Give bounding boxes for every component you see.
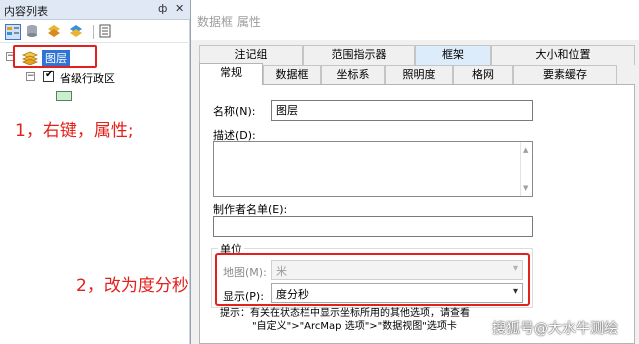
hint-text: 提示：有关在状态栏中显示坐标所用的其他选项，请查看 "自定义">"ArcMap … bbox=[220, 307, 470, 333]
tab-size-and-position[interactable]: 大小和位置 bbox=[491, 45, 635, 65]
name-input[interactable]: 图层 bbox=[271, 100, 533, 121]
tab-grids[interactable]: 格网 bbox=[453, 65, 513, 85]
author-input[interactable] bbox=[213, 216, 533, 237]
tab-extent-indicators[interactable]: 范围指示器 bbox=[303, 45, 415, 65]
dialog-title: 数据框 属性 bbox=[197, 15, 261, 29]
annotation-step-1: 1，右键，属性; bbox=[15, 121, 134, 141]
list-by-visibility-icon[interactable] bbox=[47, 24, 63, 40]
toc-toolbar bbox=[0, 21, 190, 43]
watermark: 搜狐号@大水牛测绘 bbox=[492, 321, 618, 337]
close-icon[interactable]: ✕ bbox=[175, 2, 184, 15]
tab-frame[interactable]: 框架 bbox=[415, 45, 491, 65]
options-icon[interactable] bbox=[98, 24, 114, 40]
tab-annotation-groups[interactable]: 注记组 bbox=[199, 45, 303, 65]
author-label: 制作者名单(E): bbox=[213, 203, 288, 216]
scroll-down-icon[interactable]: ▼ bbox=[523, 184, 528, 192]
legend-swatch bbox=[56, 91, 72, 101]
description-textarea[interactable]: ▲ ▼ bbox=[213, 141, 533, 197]
tab-data-frame[interactable]: 数据框 bbox=[263, 65, 321, 85]
tab-illumination[interactable]: 照明度 bbox=[385, 65, 453, 85]
toc-title: 内容列表 bbox=[4, 5, 48, 18]
toolbar-separator bbox=[93, 25, 94, 39]
pin-icon[interactable]: ф bbox=[158, 2, 167, 15]
list-by-source-icon[interactable] bbox=[25, 24, 41, 40]
annotation-step-2: 2，改为度分秒 bbox=[76, 276, 189, 296]
tab-general[interactable]: 常规 bbox=[199, 63, 263, 85]
tab-feature-cache[interactable]: 要素缓存 bbox=[513, 65, 617, 85]
tab-coordinate-system[interactable]: 坐标系 bbox=[321, 65, 385, 85]
layer-name[interactable]: 省级行政区 bbox=[60, 70, 115, 86]
highlight-box-layers bbox=[13, 45, 97, 68]
collapse-icon[interactable]: − bbox=[26, 72, 35, 81]
toc-title-bar: 内容列表 ф ✕ bbox=[0, 0, 190, 20]
scroll-up-icon[interactable]: ▲ bbox=[523, 146, 528, 154]
highlight-box-units bbox=[215, 253, 530, 306]
description-scrollbar[interactable]: ▲ ▼ bbox=[520, 142, 532, 196]
hint-line-2: "自定义">"ArcMap 选项">"数据视图"选项卡 bbox=[252, 321, 457, 332]
name-label: 名称(N): bbox=[213, 105, 256, 118]
list-by-drawing-order-icon[interactable] bbox=[5, 24, 21, 40]
list-by-selection-icon[interactable] bbox=[69, 24, 85, 40]
dialog-title-bar: 数据框 属性 bbox=[191, 0, 639, 40]
layer-visibility-checkbox[interactable] bbox=[43, 69, 54, 82]
hint-line-1: 提示：有关在状态栏中显示坐标所用的其他选项，请查看 bbox=[220, 308, 470, 319]
